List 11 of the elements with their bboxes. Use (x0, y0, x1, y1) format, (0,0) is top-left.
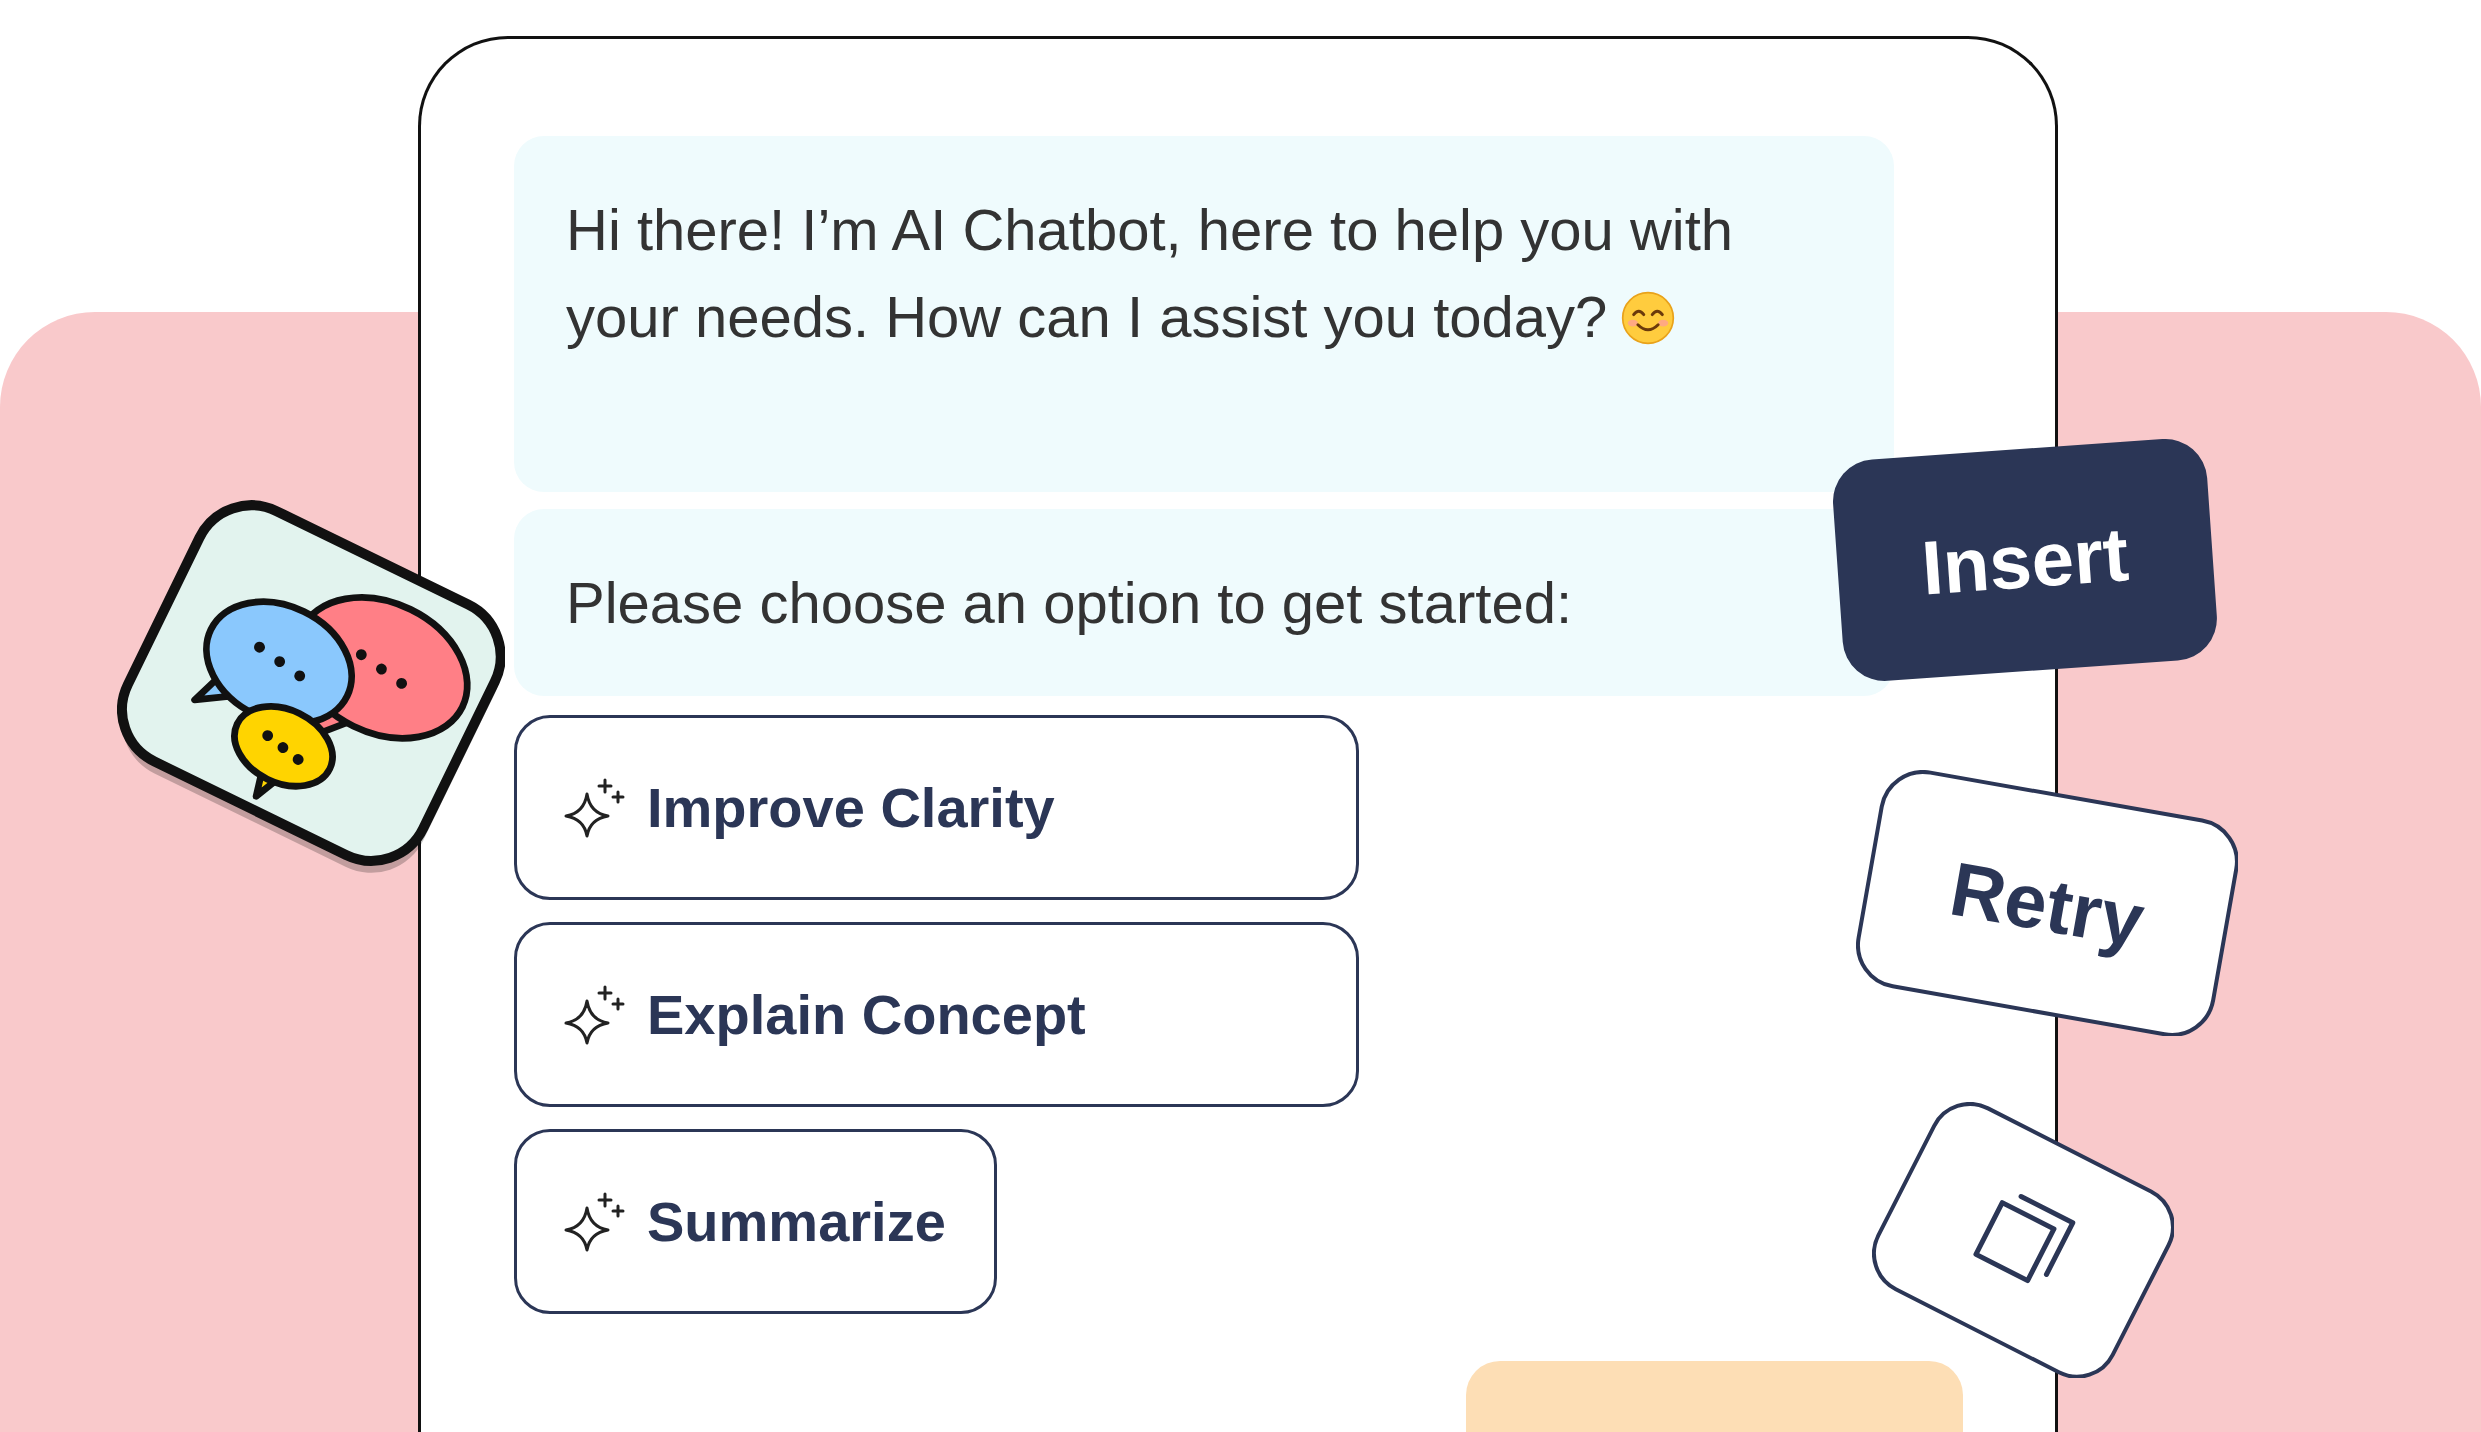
greeting-text: Hi there! I’m AI Chatbot, here to help you with your needs. How can I assist you today? (566, 197, 1734, 349)
option-button[interactable]: Improve Clarity (514, 715, 1359, 900)
retry-button[interactable]: Retry (1855, 769, 2239, 1037)
sparkle-icon (564, 984, 626, 1045)
option-button[interactable]: Summarize (514, 1129, 997, 1314)
option-button[interactable]: Explain Concept (514, 922, 1359, 1107)
sparkle-icon (564, 777, 626, 838)
prompt-text: Please choose an option to get started: (566, 569, 1573, 637)
sparkle-icon (564, 1191, 626, 1252)
insert-button[interactable]: Insert (1833, 439, 2217, 681)
copy-icon (1973, 1193, 2075, 1283)
